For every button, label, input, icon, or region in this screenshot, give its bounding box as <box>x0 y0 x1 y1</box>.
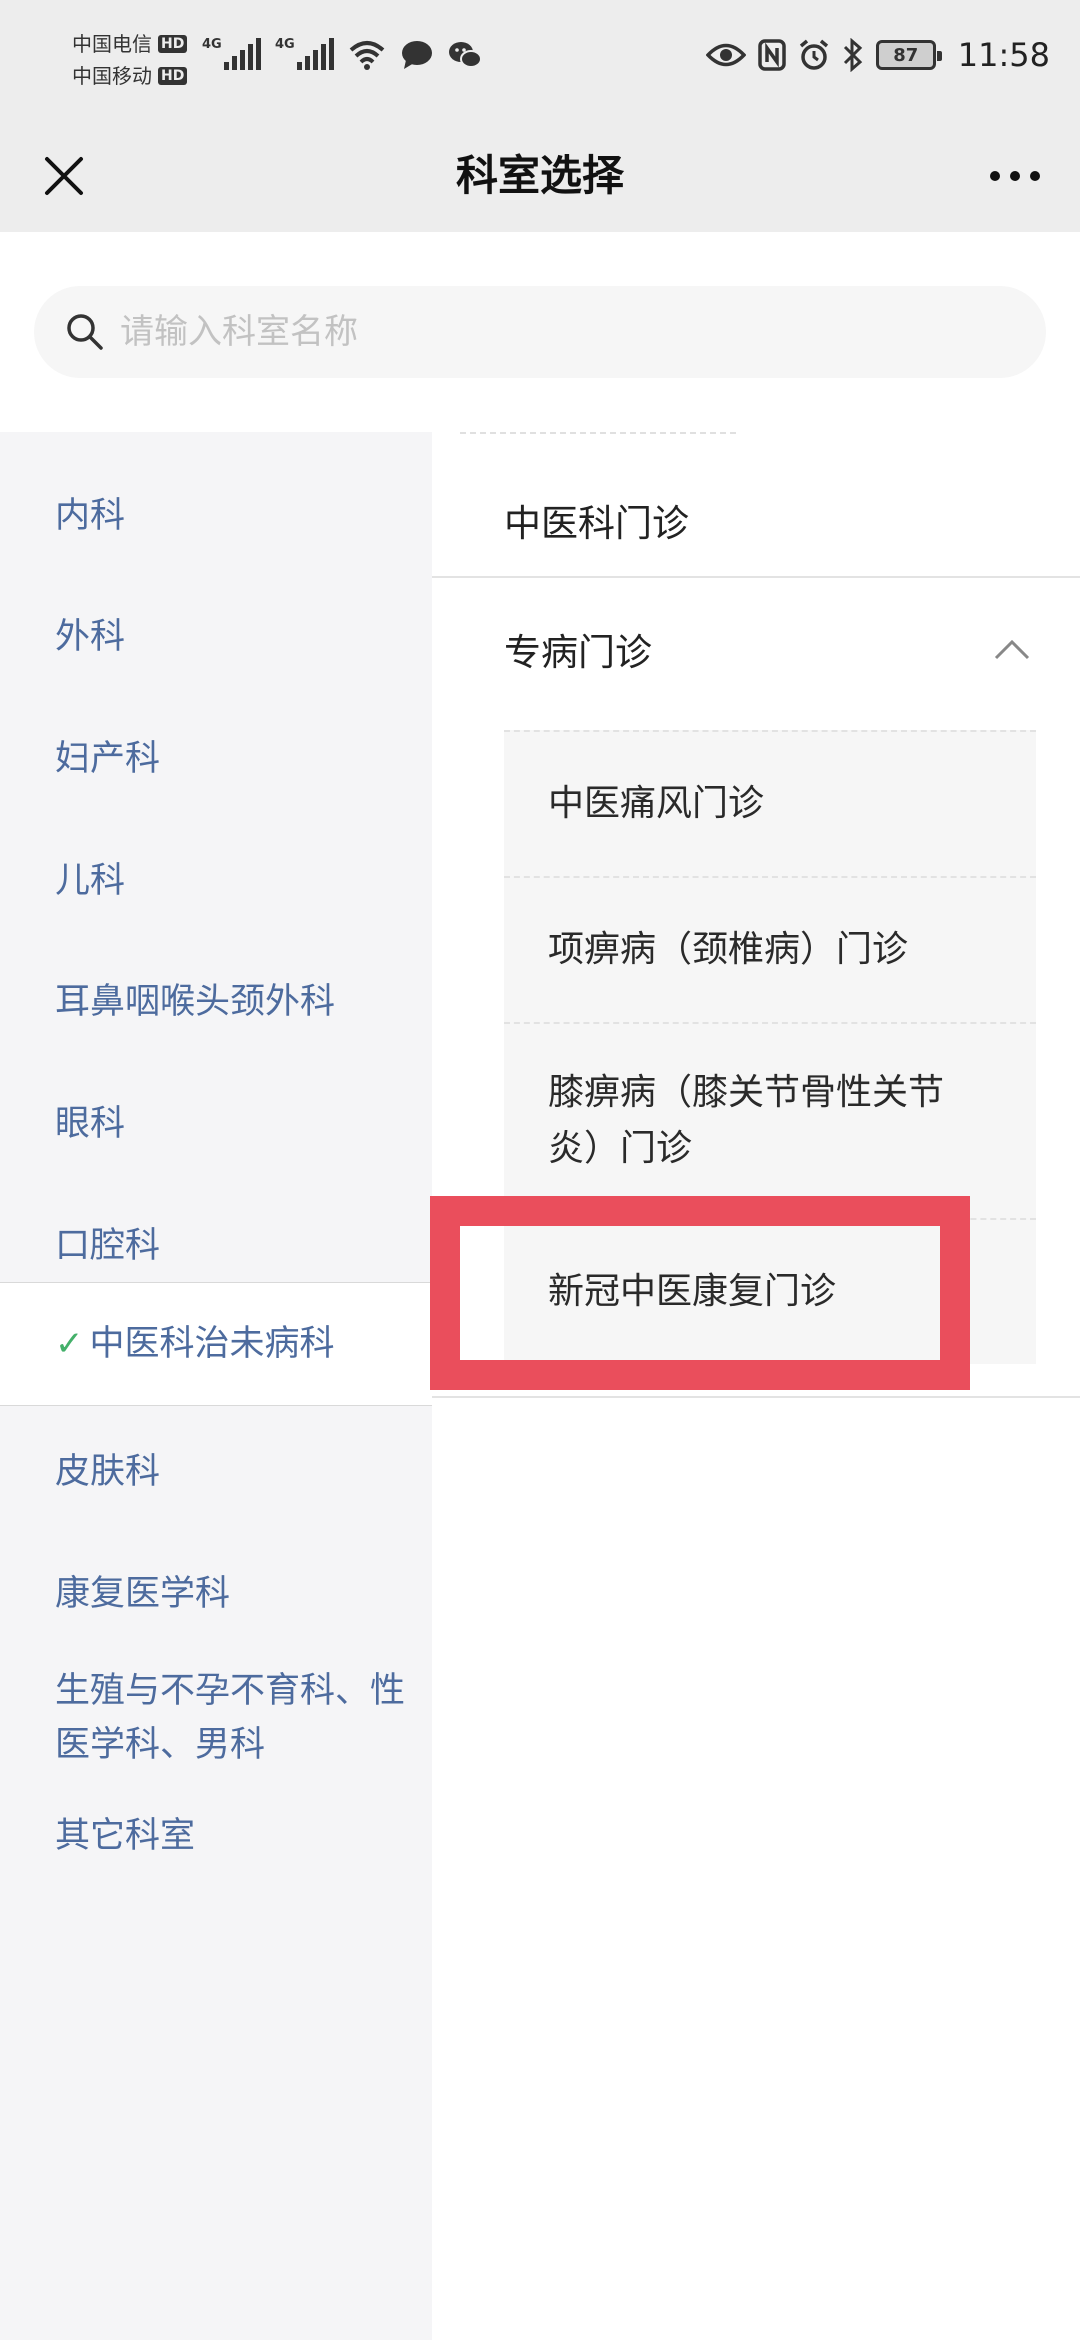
status-right: 87 11:58 <box>705 36 1050 74</box>
signal-icon: 4G <box>275 38 334 70</box>
sub-item-label: 项痹病（颈椎病）门诊 <box>548 929 909 970</box>
department-sub-item[interactable]: 新冠中医康复门诊 <box>504 1218 1036 1364</box>
category-item[interactable]: 妇产科 <box>0 709 432 809</box>
wechat-icon <box>449 42 482 68</box>
alarm-icon <box>799 39 828 70</box>
category-label: 儿科 <box>55 861 126 901</box>
category-item[interactable]: 康复医学科 <box>0 1544 432 1644</box>
more-icon <box>1010 171 1020 181</box>
category-label: 其它科室 <box>55 1816 196 1856</box>
sub-item-label: 中医痛风门诊 <box>548 783 765 824</box>
category-item[interactable]: 其它科室 <box>0 1786 432 1886</box>
carrier-name-1: 中国电信 <box>72 32 152 56</box>
battery-icon: 87 <box>875 40 942 70</box>
wifi-icon <box>349 41 385 70</box>
category-label: 康复医学科 <box>55 1574 231 1614</box>
signal-group: 4G 4G <box>202 38 482 70</box>
check-icon: ✓ <box>55 1324 84 1364</box>
message-icon <box>402 41 432 69</box>
department-list: 中医科门诊 专病门诊 中医痛风门诊 项痹病（颈椎病）门诊 膝痹病（膝关节骨性关节… <box>432 432 1080 2340</box>
category-label: 口腔科 <box>55 1226 161 1266</box>
department-sub-item[interactable]: 膝痹病（膝关节骨性关节炎）门诊 <box>504 1022 1036 1218</box>
search-input[interactable] <box>120 312 980 352</box>
category-label: 生殖与不孕不育科、性医学科、男科 <box>55 1671 406 1765</box>
more-icon <box>990 171 1000 181</box>
category-label: 皮肤科 <box>55 1452 161 1492</box>
more-button[interactable] <box>970 142 1060 210</box>
more-icon <box>1030 171 1040 181</box>
department-group-label: 专病门诊 <box>504 631 652 674</box>
department-item[interactable]: 中医科门诊 <box>432 472 1080 568</box>
signal-icon: 4G <box>202 38 261 70</box>
battery-level: 87 <box>893 44 919 66</box>
category-item[interactable]: 外科 <box>0 587 432 687</box>
eye-icon <box>705 43 746 67</box>
category-label: 妇产科 <box>55 739 161 779</box>
category-item-selected[interactable]: ✓ 中医科治未病科 <box>0 1282 432 1406</box>
category-item[interactable]: 耳鼻咽喉头颈外科 <box>0 952 432 1052</box>
nfc-icon <box>758 39 786 71</box>
category-label: 外科 <box>55 617 126 657</box>
department-sub-item[interactable]: 中医痛风门诊 <box>504 730 1036 876</box>
network-type-1: 4G <box>202 37 222 52</box>
search-area <box>0 232 1080 432</box>
category-label: 眼科 <box>55 1104 126 1144</box>
department-sub-item[interactable]: 项痹病（颈椎病）门诊 <box>504 876 1036 1022</box>
category-label: 耳鼻咽喉头颈外科 <box>55 982 336 1022</box>
hd-badge-1: HD <box>158 35 188 53</box>
status-bar: 中国电信 HD 中国移动 HD 4G 4G 87 11:58 <box>0 0 1080 120</box>
divider <box>432 1396 1080 1398</box>
nav-bar: 科室选择 <box>0 120 1080 232</box>
search-box[interactable] <box>34 286 1046 378</box>
carrier-info: 中国电信 HD 中国移动 HD <box>72 28 188 92</box>
chevron-up-icon <box>992 594 1032 704</box>
sub-item-label: 膝痹病（膝关节骨性关节炎）门诊 <box>548 1072 945 1169</box>
category-item[interactable]: 儿科 <box>0 831 432 931</box>
divider <box>460 432 736 434</box>
network-type-2: 4G <box>275 37 295 52</box>
category-item[interactable]: 口腔科 <box>0 1196 432 1296</box>
category-item[interactable]: 内科 <box>0 466 432 566</box>
divider <box>432 576 1080 578</box>
status-time: 11:58 <box>957 36 1050 74</box>
sub-item-label: 新冠中医康复门诊 <box>548 1271 837 1312</box>
department-label: 中医科门诊 <box>504 502 689 545</box>
category-label: 中医科治未病科 <box>89 1324 335 1364</box>
department-sub-list: 中医痛风门诊 项痹病（颈椎病）门诊 膝痹病（膝关节骨性关节炎）门诊 新冠中医康复… <box>504 730 1036 1364</box>
category-sidebar: 内科 外科 妇产科 儿科 耳鼻咽喉头颈外科 眼科 口腔科 ✓ 中医科治未病科 皮… <box>0 432 432 2340</box>
hd-badge-2: HD <box>158 67 188 85</box>
category-item[interactable]: 皮肤科 <box>0 1422 432 1522</box>
department-group-header[interactable]: 专病门诊 <box>432 594 1080 704</box>
category-item[interactable]: 眼科 <box>0 1074 432 1174</box>
category-label: 内科 <box>55 496 126 536</box>
search-icon <box>67 314 103 350</box>
category-item[interactable]: 生殖与不孕不育科、性医学科、男科 <box>0 1658 432 1778</box>
bluetooth-icon <box>843 38 862 72</box>
page-title: 科室选择 <box>455 151 624 200</box>
carrier-name-2: 中国移动 <box>72 64 152 88</box>
